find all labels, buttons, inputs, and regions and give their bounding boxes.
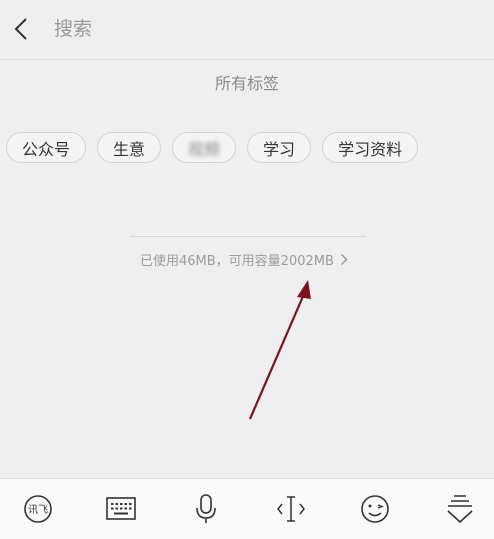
divider [130, 236, 366, 237]
emoji-button[interactable] [355, 489, 395, 529]
back-button[interactable] [8, 14, 34, 44]
tag-list: 公众号 生意 视频 学习 学习资料 [6, 132, 419, 163]
tag-chip[interactable]: 视频 [172, 132, 237, 163]
keyboard-icon [106, 497, 136, 520]
tag-chip[interactable]: 公众号 [6, 132, 87, 163]
emoji-icon [361, 495, 389, 523]
keyboard-button[interactable] [101, 489, 141, 529]
search-input[interactable] [54, 14, 454, 44]
ime-logo-icon: 讯飞 [24, 495, 52, 523]
back-arrow-icon [14, 18, 27, 40]
keyboard-toolbar: 讯飞 [0, 478, 494, 539]
tag-chip[interactable]: 学习资料 [322, 132, 419, 163]
chevron-right-icon [340, 253, 348, 266]
storage-usage-link[interactable]: 已使用46MB，可用容量2002MB [140, 250, 348, 269]
tag-label: 视频 [188, 139, 221, 159]
tag-label: 学习资料 [338, 139, 403, 159]
microphone-icon [196, 494, 216, 523]
ime-logo-button[interactable]: 讯飞 [18, 489, 58, 529]
ime-logo-text: 讯飞 [28, 504, 48, 516]
tag-label: 公众号 [22, 139, 71, 159]
collapse-keyboard-icon [447, 495, 473, 524]
all-tags-title: 所有标签 [214, 74, 279, 93]
text-cursor-icon [277, 496, 305, 522]
collapse-keyboard-button[interactable] [440, 489, 480, 529]
tag-label: 生意 [113, 139, 146, 159]
tag-chip[interactable]: 学习 [247, 132, 312, 163]
storage-usage-text: 已使用46MB，可用容量2002MB [140, 254, 334, 269]
voice-input-button[interactable] [186, 489, 226, 529]
search-header [0, 0, 494, 60]
tag-label: 学习 [263, 139, 296, 159]
tag-chip[interactable]: 生意 [97, 132, 162, 163]
cursor-move-button[interactable] [271, 489, 311, 529]
